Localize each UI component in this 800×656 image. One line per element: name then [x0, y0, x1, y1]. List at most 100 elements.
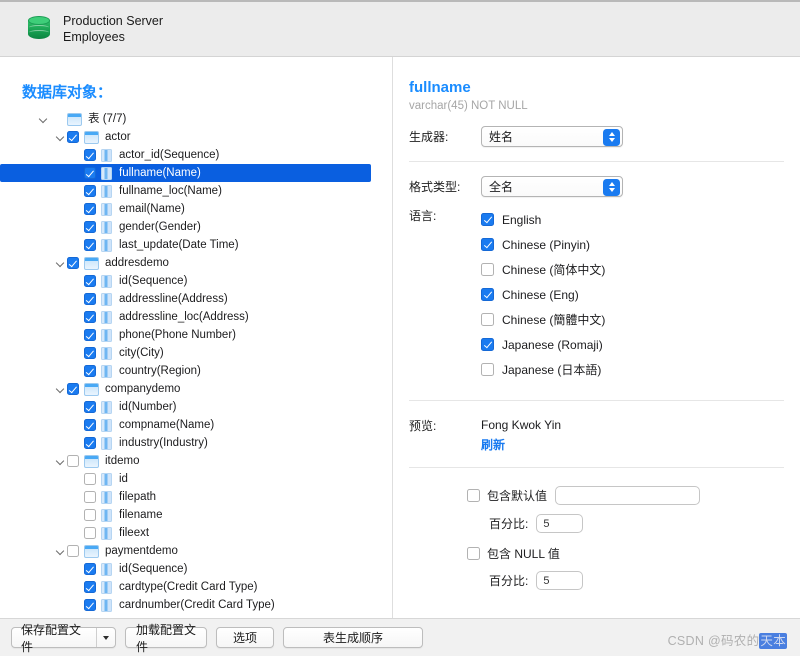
tree-row-label: 表 (7/7) [88, 110, 130, 128]
tree-row[interactable]: fullname_loc(Name) [0, 182, 392, 200]
language-option-list[interactable]: EnglishChinese (Pinyin)Chinese (简体中文)Chi… [481, 207, 605, 382]
tree-row[interactable]: filepath [0, 488, 392, 506]
bottom-toolbar: 保存配置文件 加载配置文件 选项 表生成顺序 CSDN @码农的天本 [0, 618, 800, 656]
column-icon [101, 491, 112, 504]
tree-row-checkbox[interactable] [84, 599, 96, 611]
tree-row-checkbox[interactable] [84, 509, 96, 521]
tree-row-checkbox[interactable] [84, 473, 96, 485]
tree-row-checkbox[interactable] [84, 527, 96, 539]
language-option[interactable]: Chinese (Pinyin) [481, 232, 605, 257]
tree-row-checkbox[interactable] [84, 275, 96, 287]
divider-2 [409, 400, 784, 401]
tree-row[interactable]: actor_id(Sequence) [0, 146, 392, 164]
tree-row-checkbox[interactable] [84, 419, 96, 431]
tree-row-checkbox[interactable] [67, 455, 79, 467]
tree-row-checkbox[interactable] [67, 545, 79, 557]
tree-row[interactable]: itdemo [0, 452, 392, 470]
save-profile-button[interactable]: 保存配置文件 [11, 627, 116, 648]
tree-row-checkbox[interactable] [67, 257, 79, 269]
include-null-value-checkbox[interactable] [467, 547, 480, 560]
tree-row-checkbox[interactable] [84, 185, 96, 197]
tree-row[interactable]: filename [0, 506, 392, 524]
tree-row-checkbox[interactable] [84, 563, 96, 575]
language-option[interactable]: Chinese (簡體中文) [481, 307, 605, 332]
tree-row[interactable]: industry(Industry) [0, 434, 392, 452]
language-option-checkbox[interactable] [481, 213, 494, 226]
null-percent-input[interactable] [536, 571, 583, 590]
tree-row-checkbox[interactable] [84, 491, 96, 503]
tree-row-checkbox[interactable] [84, 149, 96, 161]
language-option-checkbox[interactable] [481, 238, 494, 251]
chevron-updown-icon[interactable] [603, 179, 620, 196]
tree-row[interactable]: fileext [0, 524, 392, 542]
tree-row[interactable]: city(City) [0, 344, 392, 362]
options-button[interactable]: 选项 [216, 627, 274, 648]
load-profile-button[interactable]: 加载配置文件 [125, 627, 207, 648]
tree-row-checkbox[interactable] [84, 329, 96, 341]
language-option[interactable]: English [481, 207, 605, 232]
include-null-value-row: 包含 NULL 值 [393, 545, 800, 562]
tree-row[interactable]: id(Number) [0, 398, 392, 416]
generator-select[interactable]: 姓名 [481, 126, 623, 147]
chevron-down-icon[interactable] [54, 128, 67, 146]
tree-row-checkbox[interactable] [67, 383, 79, 395]
tree-row-checkbox[interactable] [84, 581, 96, 593]
tree-row[interactable]: id(Sequence) [0, 560, 392, 578]
tree-row-checkbox[interactable] [84, 437, 96, 449]
tree-row[interactable]: compname(Name) [0, 416, 392, 434]
tree-row[interactable]: email(Name) [0, 200, 392, 218]
tree-row[interactable]: addressline_loc(Address) [0, 308, 392, 326]
include-default-value-checkbox[interactable] [467, 489, 480, 502]
tree-row[interactable]: addressline(Address) [0, 290, 392, 308]
tree-row[interactable]: 表 (7/7) [0, 110, 392, 128]
language-option-checkbox[interactable] [481, 363, 494, 376]
chevron-down-icon[interactable] [54, 452, 67, 470]
tree-row[interactable]: id [0, 470, 392, 488]
chevron-down-icon[interactable] [54, 542, 67, 560]
tree-row[interactable]: country(Region) [0, 362, 392, 380]
tree-row[interactable]: phone(Phone Number) [0, 326, 392, 344]
tree-row-checkbox[interactable] [84, 293, 96, 305]
tree-row-label: actor [105, 128, 135, 146]
language-option-checkbox[interactable] [481, 288, 494, 301]
tree-row[interactable]: fullname(Name) [0, 164, 371, 182]
language-option-checkbox[interactable] [481, 313, 494, 326]
tree-row[interactable]: actor [0, 128, 392, 146]
tree-row[interactable]: gender(Gender) [0, 218, 392, 236]
chevron-down-icon[interactable] [54, 254, 67, 272]
tree-row[interactable]: last_update(Date Time) [0, 236, 392, 254]
language-option[interactable]: Chinese (Eng) [481, 282, 605, 307]
chevron-updown-icon[interactable] [603, 129, 620, 146]
tree-row-checkbox[interactable] [84, 203, 96, 215]
tree-row-checkbox[interactable] [84, 221, 96, 233]
language-option[interactable]: Japanese (日本語) [481, 357, 605, 382]
default-value-input[interactable] [555, 486, 700, 505]
tree-row[interactable]: companydemo [0, 380, 392, 398]
tree-row-checkbox[interactable] [84, 239, 96, 251]
tree-row-label: itdemo [105, 452, 144, 470]
chevron-down-icon[interactable] [37, 110, 50, 128]
chevron-down-icon[interactable] [97, 636, 115, 640]
tree-indent [0, 542, 54, 560]
table-order-button[interactable]: 表生成顺序 [283, 627, 423, 648]
tree-row-checkbox[interactable] [84, 401, 96, 413]
tree-row[interactable]: cardtype(Credit Card Type) [0, 578, 392, 596]
default-percent-input[interactable] [536, 514, 583, 533]
tree-row[interactable]: paymentdemo [0, 542, 392, 560]
language-option[interactable]: Chinese (简体中文) [481, 257, 605, 282]
tree-row-checkbox[interactable] [67, 131, 79, 143]
language-option-checkbox[interactable] [481, 263, 494, 276]
tree-row-checkbox[interactable] [84, 347, 96, 359]
language-option-checkbox[interactable] [481, 338, 494, 351]
language-option[interactable]: Japanese (Romaji) [481, 332, 605, 357]
tree-row-checkbox[interactable] [84, 167, 96, 179]
tree-row[interactable]: id(Sequence) [0, 272, 392, 290]
tree-row[interactable]: addresdemo [0, 254, 392, 272]
format-type-select[interactable]: 全名 [481, 176, 623, 197]
chevron-down-icon[interactable] [54, 380, 67, 398]
refresh-preview-link[interactable]: 刷新 [481, 436, 561, 453]
tree-row-checkbox[interactable] [84, 365, 96, 377]
tree-row-checkbox[interactable] [84, 311, 96, 323]
object-tree[interactable]: 表 (7/7)actoractor_id(Sequence)fullname(N… [0, 110, 392, 618]
tree-row[interactable]: cardnumber(Credit Card Type) [0, 596, 392, 614]
